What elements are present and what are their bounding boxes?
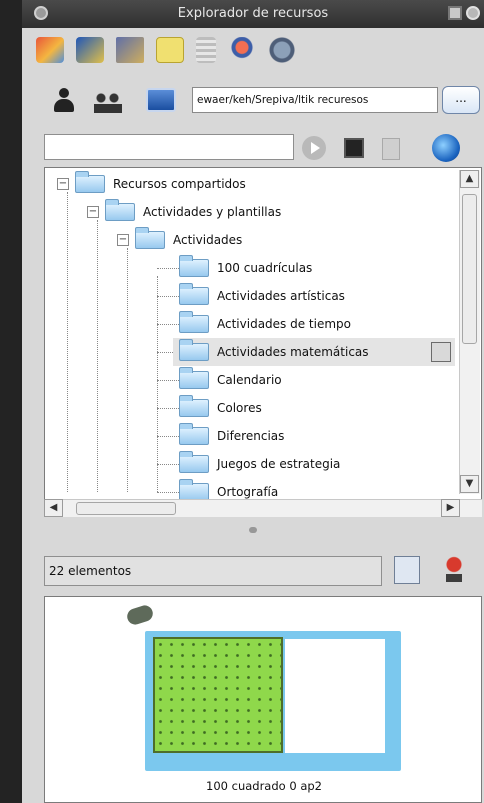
tree-connector <box>157 464 179 465</box>
tree-horizontal-scrollbar[interactable]: ◀ ▶ <box>44 499 482 517</box>
item-action-icon[interactable] <box>431 342 451 362</box>
path-row: ewaer/keh/Srepiva/ltik recuresos ... <box>22 82 484 116</box>
search-input[interactable] <box>44 134 294 160</box>
title-bar: Explorador de recursos <box>22 0 484 28</box>
panel-splitter[interactable] <box>22 520 484 540</box>
folder-icon <box>105 199 135 221</box>
user-icon[interactable] <box>54 88 74 114</box>
document-icon[interactable] <box>382 138 400 160</box>
tree-vertical-scrollbar[interactable]: ▲ ▼ <box>459 170 480 494</box>
tree-connector <box>157 380 179 381</box>
tree-item-label: Actividades de tiempo <box>217 317 351 331</box>
scroll-left-icon[interactable]: ◀ <box>44 499 63 517</box>
stamp-icon[interactable] <box>442 554 466 584</box>
folder-icon <box>179 367 209 389</box>
scroll-right-icon[interactable]: ▶ <box>441 499 460 517</box>
game-controller-icon <box>125 603 155 627</box>
thumbnail-page <box>285 639 385 753</box>
tree-connector <box>67 192 68 492</box>
doc-icon[interactable] <box>196 37 216 63</box>
joystick-icon[interactable] <box>228 37 256 63</box>
folder-icon <box>179 255 209 277</box>
folder-icon <box>179 395 209 417</box>
edit-list-icon[interactable] <box>394 556 420 584</box>
tree-item[interactable]: − Actividades <box>117 226 242 254</box>
folder-icon <box>135 227 165 249</box>
scroll-up-icon[interactable]: ▲ <box>460 170 479 188</box>
paint-icon[interactable] <box>36 37 64 63</box>
tree-item-label: Juegos de estrategia <box>217 457 341 471</box>
tree-item[interactable]: Actividades artísticas <box>179 282 345 310</box>
globe-search-icon[interactable] <box>432 134 460 162</box>
resource-tree: − Recursos compartidos − Actividades y p… <box>44 167 482 517</box>
resource-count-row: 22 elementos <box>22 548 484 592</box>
tree-connector <box>157 296 179 297</box>
tree-item-label: Actividades artísticas <box>217 289 345 303</box>
tree-item-label: Calendario <box>217 373 282 387</box>
tree-item[interactable]: Actividades de tiempo <box>179 310 351 338</box>
tree-item-label: Diferencias <box>217 429 285 443</box>
resource-explorer-panel: Explorador de recursos ewaer/keh/Srepiva… <box>22 0 484 803</box>
scroll-down-icon[interactable]: ▼ <box>460 475 479 493</box>
tree-connector <box>127 248 128 492</box>
options-icon[interactable] <box>466 6 480 20</box>
tree-connector <box>157 324 179 325</box>
window-title: Explorador de recursos <box>177 6 329 21</box>
folder-icon <box>179 423 209 445</box>
resource-toolbar <box>22 28 484 72</box>
tree-item[interactable]: Colores <box>179 394 262 422</box>
folder-icon <box>179 451 209 473</box>
tree-connector <box>157 436 179 437</box>
tree-item-label: 100 cuadrículas <box>217 261 313 275</box>
collapse-icon[interactable]: − <box>57 178 69 190</box>
scene-icon[interactable] <box>116 37 144 63</box>
tree-connector <box>97 220 98 492</box>
tree-item-label: Actividades <box>173 233 243 247</box>
tree-connector <box>157 492 179 493</box>
collapse-icon[interactable]: − <box>87 206 99 218</box>
folder-icon <box>179 283 209 305</box>
tree-connector <box>157 276 158 492</box>
tree-item[interactable]: − Actividades y plantillas <box>87 198 281 226</box>
resource-thumbnail[interactable] <box>145 631 401 771</box>
play-icon[interactable] <box>302 136 326 160</box>
collapse-icon[interactable]: − <box>117 234 129 246</box>
scrollbar-thumb[interactable] <box>462 194 477 344</box>
group-icon[interactable] <box>94 93 122 113</box>
left-dock-strip <box>0 0 22 803</box>
tree-item[interactable]: Diferencias <box>179 422 284 450</box>
tree-item-label: Ortografía <box>217 485 279 499</box>
path-field[interactable]: ewaer/keh/Srepiva/ltik recuresos <box>192 87 438 113</box>
tree-item-label: Actividades y plantillas <box>143 205 282 219</box>
tree-item[interactable]: Calendario <box>179 366 282 394</box>
folder-icon <box>179 339 209 361</box>
tree-connector <box>157 268 179 269</box>
search-row <box>22 130 484 164</box>
scrollbar-thumb[interactable] <box>76 502 176 515</box>
resource-preview-area: 100 cuadrado 0 ap2 ▲ <box>44 596 482 803</box>
tree-connector <box>157 408 179 409</box>
splitter-handle-icon[interactable] <box>249 527 257 533</box>
restore-icon[interactable] <box>448 6 462 20</box>
grid-view-icon[interactable] <box>344 138 364 158</box>
gears-icon[interactable] <box>268 37 296 63</box>
brush-icon[interactable] <box>76 37 104 63</box>
network-icon[interactable] <box>146 88 176 112</box>
tree-item-label: Recursos compartidos <box>113 177 246 191</box>
tree-item[interactable]: − Recursos compartidos <box>57 170 246 198</box>
browse-button[interactable]: ... <box>442 86 480 114</box>
folder-icon <box>179 311 209 333</box>
tree-item-selected[interactable]: Actividades matemáticas <box>173 338 455 366</box>
resource-count: 22 elementos <box>44 556 382 586</box>
resource-thumbnail-label: 100 cuadrado 0 ap2 <box>206 779 322 793</box>
tree-item[interactable]: 100 cuadrículas <box>179 254 312 282</box>
note-icon[interactable] <box>156 37 184 63</box>
grid-board-image <box>153 637 283 753</box>
tree-item-label: Actividades matemáticas <box>217 345 369 359</box>
tree-item-label: Colores <box>217 401 262 415</box>
tree-item[interactable]: Juegos de estrategia <box>179 450 340 478</box>
folder-icon <box>75 171 105 193</box>
